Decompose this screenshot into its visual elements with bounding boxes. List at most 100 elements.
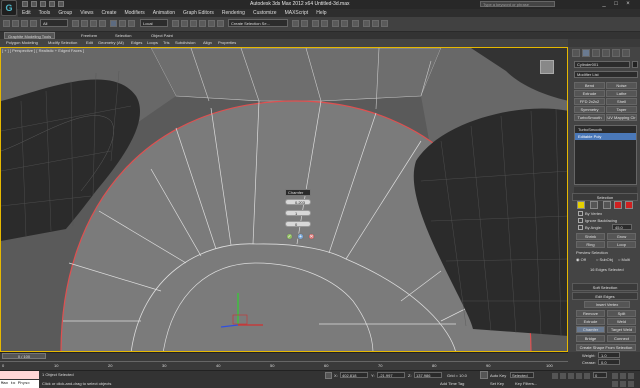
menu-modifiers[interactable]: Modifiers <box>120 9 148 17</box>
polygon-mode-icon[interactable] <box>614 201 622 209</box>
open-file-icon[interactable] <box>31 1 37 7</box>
unlink-icon[interactable] <box>30 20 37 27</box>
time-slider[interactable]: 0 / 100 <box>2 353 46 359</box>
ribbon-align[interactable]: Align <box>203 39 212 47</box>
ribbon-polygon-modeling[interactable]: Polygon Modeling <box>6 39 38 47</box>
align-icon[interactable] <box>301 20 308 27</box>
snaps-toggle-icon[interactable] <box>190 20 197 27</box>
menu-group[interactable]: Group <box>54 9 76 17</box>
target-weld-button[interactable]: Target Weld <box>607 326 636 333</box>
key-filters-button[interactable]: Key Filters... <box>515 381 537 386</box>
scale-icon[interactable] <box>128 20 135 27</box>
chamfer-segments-field[interactable]: 1 <box>285 210 311 216</box>
move-icon[interactable] <box>110 20 117 27</box>
border-mode-icon[interactable] <box>603 201 611 209</box>
menu-rendering[interactable]: Rendering <box>218 9 249 17</box>
orbit-icon[interactable] <box>628 381 634 387</box>
perspective-viewport[interactable] <box>0 47 568 352</box>
split-button[interactable]: Split <box>607 310 636 317</box>
zoom-extents-icon[interactable] <box>628 373 634 379</box>
modifier-uvmapping-button[interactable]: UV Mapping Clr <box>606 114 637 121</box>
ribbon-geometry-all[interactable]: Geometry (All) <box>98 39 124 47</box>
modifier-shell-button[interactable]: Shell <box>606 98 637 105</box>
set-key-button[interactable]: Set Key <box>490 381 504 386</box>
menu-views[interactable]: Views <box>76 9 97 17</box>
maxscript-mini-listener[interactable]: Max to Physc <box>0 380 39 388</box>
window-crossing-icon[interactable] <box>99 20 106 27</box>
z-coord-field[interactable]: 137.986 <box>414 372 442 378</box>
create-tab-icon[interactable] <box>572 49 580 57</box>
apply-plus-icon[interactable]: + <box>297 233 304 240</box>
named-selection-dropdown[interactable]: Create Selection Se... <box>228 19 288 27</box>
auto-key-button[interactable]: Auto Key <box>490 373 506 378</box>
by-vertex-checkbox[interactable]: By Vertex <box>578 211 602 217</box>
chamfer-caddy-title[interactable]: Chamfer <box>285 189 311 196</box>
render-teapot-icon[interactable] <box>381 20 388 27</box>
menu-tools[interactable]: Tools <box>35 9 55 17</box>
select-by-name-icon[interactable] <box>81 20 88 27</box>
angle-snap-icon[interactable] <box>199 20 206 27</box>
zoom-all-icon[interactable] <box>620 373 626 379</box>
pivot-center-icon[interactable] <box>172 20 179 27</box>
preview-subobj-radio[interactable]: ○ SubObj <box>596 257 613 262</box>
modifier-ffd-button[interactable]: FFD 2x2x2 <box>574 98 605 105</box>
lock-selection-icon[interactable] <box>325 372 332 379</box>
selection-filter-dropdown[interactable]: All <box>40 19 68 27</box>
close-icon[interactable]: × <box>624 0 632 8</box>
fov-icon[interactable] <box>612 381 618 387</box>
add-time-tag[interactable]: Add Time Tag <box>440 381 464 386</box>
shrink-button[interactable]: Shrink <box>576 233 605 240</box>
tab-object-paint[interactable]: Object Paint <box>148 32 176 39</box>
goto-end-icon[interactable] <box>584 373 590 379</box>
weld-button[interactable]: Weld <box>607 318 636 325</box>
chamfer-amount-field[interactable]: 0.203 <box>285 199 311 205</box>
x-coord-field[interactable]: 402.818 <box>340 372 368 378</box>
mirror-icon[interactable] <box>292 20 299 27</box>
remove-button[interactable]: Remove <box>576 310 605 317</box>
undo-icon[interactable] <box>49 1 55 7</box>
goto-start-icon[interactable] <box>552 373 558 379</box>
minimize-icon[interactable]: _ <box>600 0 608 8</box>
ring-button[interactable]: Ring <box>576 241 605 248</box>
crease-field[interactable]: 0.0 <box>598 359 620 365</box>
ribbon-subdivision[interactable]: Subdivision <box>175 39 195 47</box>
curve-editor-icon[interactable] <box>332 20 339 27</box>
redo-icon[interactable] <box>58 1 64 7</box>
maxscript-listener-pink[interactable] <box>0 371 39 379</box>
ignore-backfacing-checkbox[interactable]: Ignore Backfacing <box>578 218 617 224</box>
stack-item-turbosmooth[interactable]: TurboSmooth <box>575 126 636 133</box>
ribbon-tris[interactable]: Tris <box>163 39 170 47</box>
edit-edges-rollout-header[interactable]: Edit Edges <box>572 292 638 300</box>
menu-graph-editors[interactable]: Graph Editors <box>179 9 218 17</box>
pan-icon[interactable] <box>620 381 626 387</box>
zoom-icon[interactable] <box>612 373 618 379</box>
search-input[interactable]: Type a keyword or phrase <box>480 1 555 7</box>
percent-snap-icon[interactable] <box>208 20 215 27</box>
layer-manager-icon[interactable] <box>312 20 319 27</box>
weight-field[interactable]: 1.0 <box>598 352 620 358</box>
timeline-track[interactable]: 0 10 20 30 40 50 60 70 80 90 100 <box>0 361 568 369</box>
menu-customize[interactable]: Customize <box>249 9 281 17</box>
motion-tab-icon[interactable] <box>602 49 610 57</box>
schematic-view-icon[interactable] <box>341 20 348 27</box>
stack-item-editable-poly[interactable]: Editable Poly <box>575 133 636 140</box>
connect-button[interactable]: Connect <box>607 335 636 342</box>
prev-frame-icon[interactable] <box>560 373 566 379</box>
hierarchy-tab-icon[interactable] <box>592 49 600 57</box>
key-icon[interactable] <box>480 371 488 379</box>
viewport-label[interactable]: [ + ] [ Perspective ] [ Realistic + Edge… <box>2 48 84 53</box>
select-manipulate-icon[interactable] <box>181 20 188 27</box>
render-setup-icon[interactable] <box>363 20 370 27</box>
chamfer-button[interactable]: Chamfer <box>576 326 605 333</box>
menu-edit[interactable]: Edit <box>18 9 35 17</box>
cancel-x-icon[interactable]: ✕ <box>308 233 315 240</box>
menu-help[interactable]: Help <box>312 9 330 17</box>
graphite-toggle-icon[interactable] <box>321 20 328 27</box>
y-coord-field[interactable]: -21.997 <box>377 372 405 378</box>
tab-freeform[interactable]: Freeform <box>78 32 100 39</box>
modifier-lathe-button[interactable]: Lathe <box>606 90 637 97</box>
select-object-icon[interactable] <box>72 20 79 27</box>
bridge-button[interactable]: Bridge <box>576 335 605 342</box>
ribbon-loops[interactable]: Loops <box>147 39 158 47</box>
modifier-noise-button[interactable]: Noise <box>606 82 637 89</box>
